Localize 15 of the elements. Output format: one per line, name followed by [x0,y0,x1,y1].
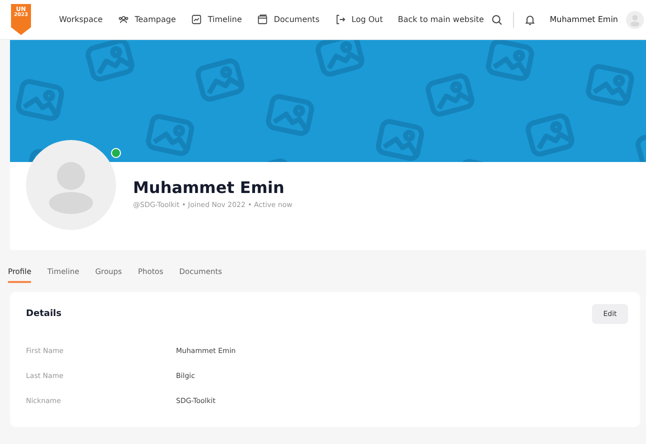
search-icon[interactable] [490,14,503,26]
chart-box-icon [190,14,202,25]
profile-name: Muhammet Emin [133,178,286,197]
nav-link[interactable]: Teampage [118,14,176,25]
nav-link[interactable]: Documents [256,14,320,25]
nav-link[interactable]: Workspace [59,15,103,24]
section-title: Details [26,309,62,319]
window-icon [256,14,268,25]
bell-icon[interactable] [524,14,536,26]
nav-link[interactable]: Timeline [190,14,242,25]
people-icon [118,14,129,25]
nav-link[interactable]: Back to main website [398,15,484,24]
user-name[interactable]: Muhammet Emin [550,15,618,24]
logout-icon [334,14,346,25]
nav-link[interactable]: Log Out [334,14,383,25]
